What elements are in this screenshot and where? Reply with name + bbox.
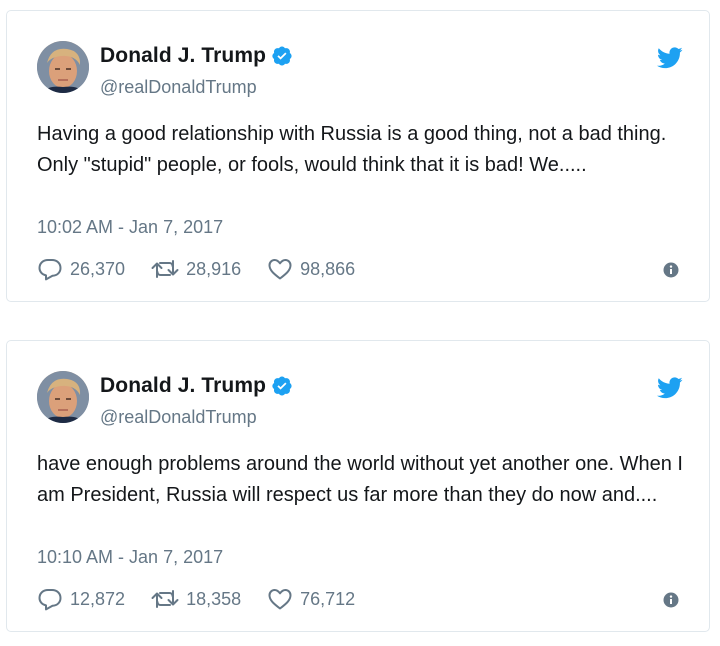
reply-button[interactable]: 26,370 <box>37 257 125 281</box>
twitter-bird-icon[interactable] <box>657 377 683 399</box>
tweet-card[interactable]: Donald J. Trump @realDonaldTrump have en… <box>6 340 710 632</box>
tweet-text: Having a good relationship with Russia i… <box>37 123 667 176</box>
author-name[interactable]: Donald J. Trump <box>100 44 266 68</box>
info-icon[interactable] <box>663 592 679 608</box>
tweet-actions: 12,872 18,358 76,712 <box>37 587 381 611</box>
reply-icon <box>38 259 62 281</box>
heart-icon <box>268 589 292 610</box>
verified-badge-icon <box>272 376 292 396</box>
avatar-image <box>37 41 89 93</box>
retweet-button[interactable]: 28,916 <box>151 258 241 280</box>
avatar[interactable] <box>37 41 89 93</box>
retweet-icon <box>151 260 179 278</box>
avatar[interactable] <box>37 371 89 423</box>
info-icon[interactable] <box>663 262 679 278</box>
retweet-count: 18,358 <box>186 588 242 609</box>
author-name[interactable]: Donald J. Trump <box>100 374 266 398</box>
tweet-card[interactable]: Donald J. Trump @realDonaldTrump Having … <box>6 10 710 302</box>
verified-badge-icon <box>272 46 292 66</box>
author-handle[interactable]: @realDonaldTrump <box>100 407 257 428</box>
reply-count: 26,370 <box>70 258 126 279</box>
like-count: 98,866 <box>300 258 356 279</box>
tweet-timestamp[interactable]: 10:02 AM - Jan 7, 2017 <box>37 217 223 238</box>
tweet-actions: 26,370 28,916 98,866 <box>37 257 381 281</box>
like-count: 76,712 <box>300 588 356 609</box>
like-button[interactable]: 98,866 <box>267 257 355 281</box>
retweet-count: 28,916 <box>186 258 242 279</box>
twitter-bird-icon[interactable] <box>657 47 683 69</box>
tweet-timestamp[interactable]: 10:10 AM - Jan 7, 2017 <box>37 547 223 568</box>
avatar-image <box>37 371 89 423</box>
tweet-text: have enough problems around the world wi… <box>37 453 683 506</box>
reply-button[interactable]: 12,872 <box>37 587 125 611</box>
retweet-button[interactable]: 18,358 <box>151 588 241 610</box>
author-handle[interactable]: @realDonaldTrump <box>100 77 257 98</box>
heart-icon <box>268 259 292 280</box>
reply-count: 12,872 <box>70 588 126 609</box>
retweet-icon <box>151 590 179 608</box>
like-button[interactable]: 76,712 <box>267 587 355 611</box>
reply-icon <box>38 589 62 611</box>
